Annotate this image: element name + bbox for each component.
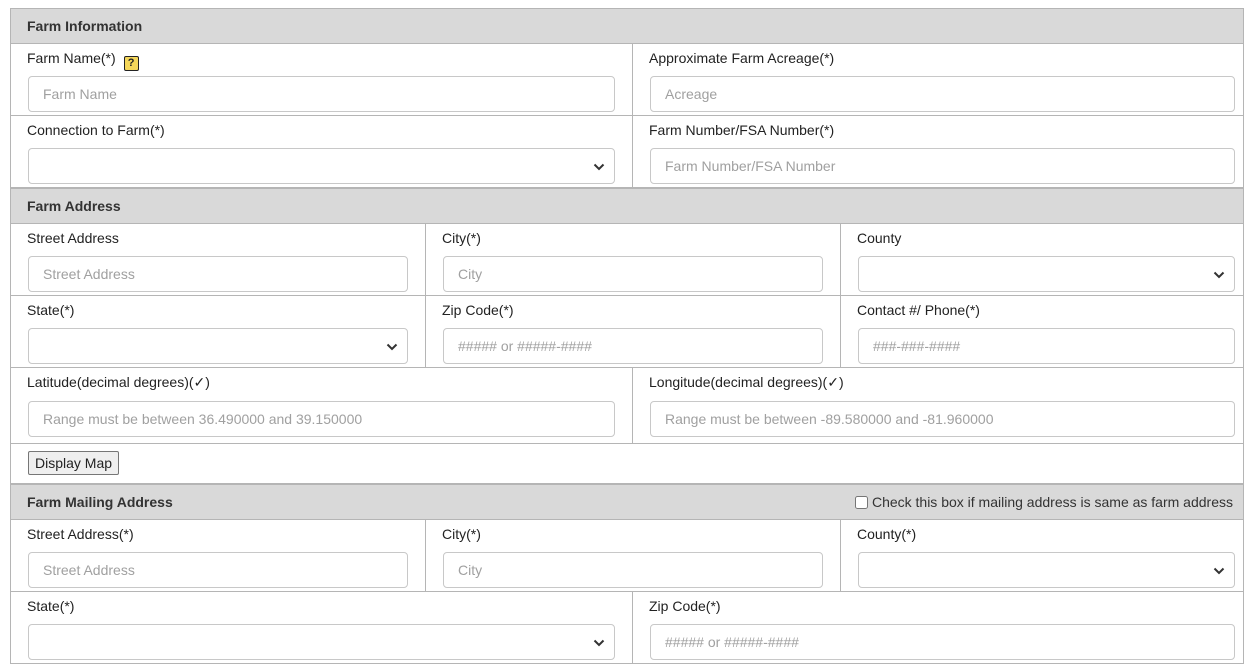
county-select[interactable]: [858, 256, 1235, 292]
phone-cell: Contact #/ Phone(*): [841, 296, 1243, 367]
mailing-zip-input[interactable]: [650, 624, 1235, 660]
display-map-row: Display Map: [10, 444, 1244, 484]
same-as-farm-address-option[interactable]: Check this box if mailing address is sam…: [854, 485, 1233, 519]
mailing-state-select[interactable]: [28, 624, 615, 660]
farm-address-header: Farm Address: [10, 188, 1244, 224]
farm-address-row-1: Street Address City(*) County: [10, 224, 1244, 296]
mailing-street-input[interactable]: [28, 552, 408, 588]
farm-name-input[interactable]: [28, 76, 615, 112]
section-title: Farm Mailing Address: [27, 494, 173, 510]
mailing-county-label: County(*): [857, 526, 917, 542]
farm-address-row-2: State(*) Zip Code(*) Contact #/ Phone(*): [10, 296, 1244, 368]
acreage-label: Approximate Farm Acreage(*): [649, 50, 835, 66]
county-label: County: [857, 230, 902, 246]
street-label: Street Address: [27, 230, 119, 246]
mailing-address-row-2: State(*) Zip Code(*): [10, 592, 1244, 664]
chevron-down-icon: [593, 163, 605, 171]
mailing-street-label: Street Address(*): [27, 526, 134, 542]
street-cell: Street Address: [11, 224, 426, 295]
mailing-zip-cell: Zip Code(*): [633, 592, 1243, 663]
farm-name-row: Farm Name(*)? Approximate Farm Acreage(*…: [10, 44, 1244, 116]
longitude-input[interactable]: [650, 401, 1235, 437]
connection-cell: Connection to Farm(*): [11, 116, 633, 187]
mailing-address-row-1: Street Address(*) City(*) County(*): [10, 520, 1244, 592]
same-as-farm-address-label: Check this box if mailing address is sam…: [871, 494, 1233, 510]
farm-number-label: Farm Number/FSA Number(*): [649, 122, 835, 138]
longitude-cell: Longitude(decimal degrees)(✓): [633, 368, 1243, 443]
street-input[interactable]: [28, 256, 408, 292]
mailing-state-cell: State(*): [11, 592, 633, 663]
latitude-cell: Latitude(decimal degrees)(✓): [11, 368, 633, 443]
farm-information-header: Farm Information: [10, 8, 1244, 44]
mailing-city-input[interactable]: [443, 552, 823, 588]
section-title: Farm Information: [27, 18, 143, 34]
mailing-state-label: State(*): [27, 598, 75, 614]
section-title: Farm Address: [27, 198, 121, 214]
mailing-address-header: Farm Mailing Address Check this box if m…: [10, 484, 1244, 520]
chevron-down-icon: [593, 639, 605, 647]
farm-number-input[interactable]: [650, 148, 1235, 184]
city-cell: City(*): [426, 224, 841, 295]
mailing-county-select[interactable]: [858, 552, 1235, 588]
coordinates-row: Latitude(decimal degrees)(✓) Longitude(d…: [10, 368, 1244, 444]
phone-label: Contact #/ Phone(*): [857, 302, 980, 318]
mailing-zip-label: Zip Code(*): [649, 598, 721, 614]
latitude-label: Latitude(decimal degrees)(✓): [27, 374, 210, 390]
zip-label: Zip Code(*): [442, 302, 514, 318]
city-label: City(*): [442, 230, 481, 246]
farm-name-cell: Farm Name(*)?: [11, 44, 633, 115]
latitude-input[interactable]: [28, 401, 615, 437]
farm-name-label: Farm Name(*)?: [27, 50, 139, 71]
state-select[interactable]: [28, 328, 408, 364]
state-label: State(*): [27, 302, 75, 318]
connection-select[interactable]: [28, 148, 615, 184]
connection-label: Connection to Farm(*): [27, 122, 165, 138]
mailing-street-cell: Street Address(*): [11, 520, 426, 591]
acreage-cell: Approximate Farm Acreage(*): [633, 44, 1243, 115]
longitude-label: Longitude(decimal degrees)(✓): [649, 374, 844, 390]
acreage-input[interactable]: [650, 76, 1235, 112]
farm-number-cell: Farm Number/FSA Number(*): [633, 116, 1243, 187]
state-cell: State(*): [11, 296, 426, 367]
zip-cell: Zip Code(*): [426, 296, 841, 367]
chevron-down-icon: [1213, 271, 1225, 279]
same-as-farm-address-checkbox[interactable]: [854, 495, 868, 509]
help-icon[interactable]: ?: [123, 56, 139, 71]
chevron-down-icon: [386, 343, 398, 351]
county-cell: County: [841, 224, 1243, 295]
mailing-city-label: City(*): [442, 526, 481, 542]
mailing-city-cell: City(*): [426, 520, 841, 591]
mailing-county-cell: County(*): [841, 520, 1243, 591]
city-input[interactable]: [443, 256, 823, 292]
phone-input[interactable]: [858, 328, 1235, 364]
farm-form: Farm Information Farm Name(*)? Approxima…: [0, 0, 1244, 664]
display-map-button[interactable]: Display Map: [28, 451, 120, 475]
connection-row: Connection to Farm(*) Farm Number/FSA Nu…: [10, 116, 1244, 188]
zip-input[interactable]: [443, 328, 823, 364]
chevron-down-icon: [1213, 567, 1225, 575]
